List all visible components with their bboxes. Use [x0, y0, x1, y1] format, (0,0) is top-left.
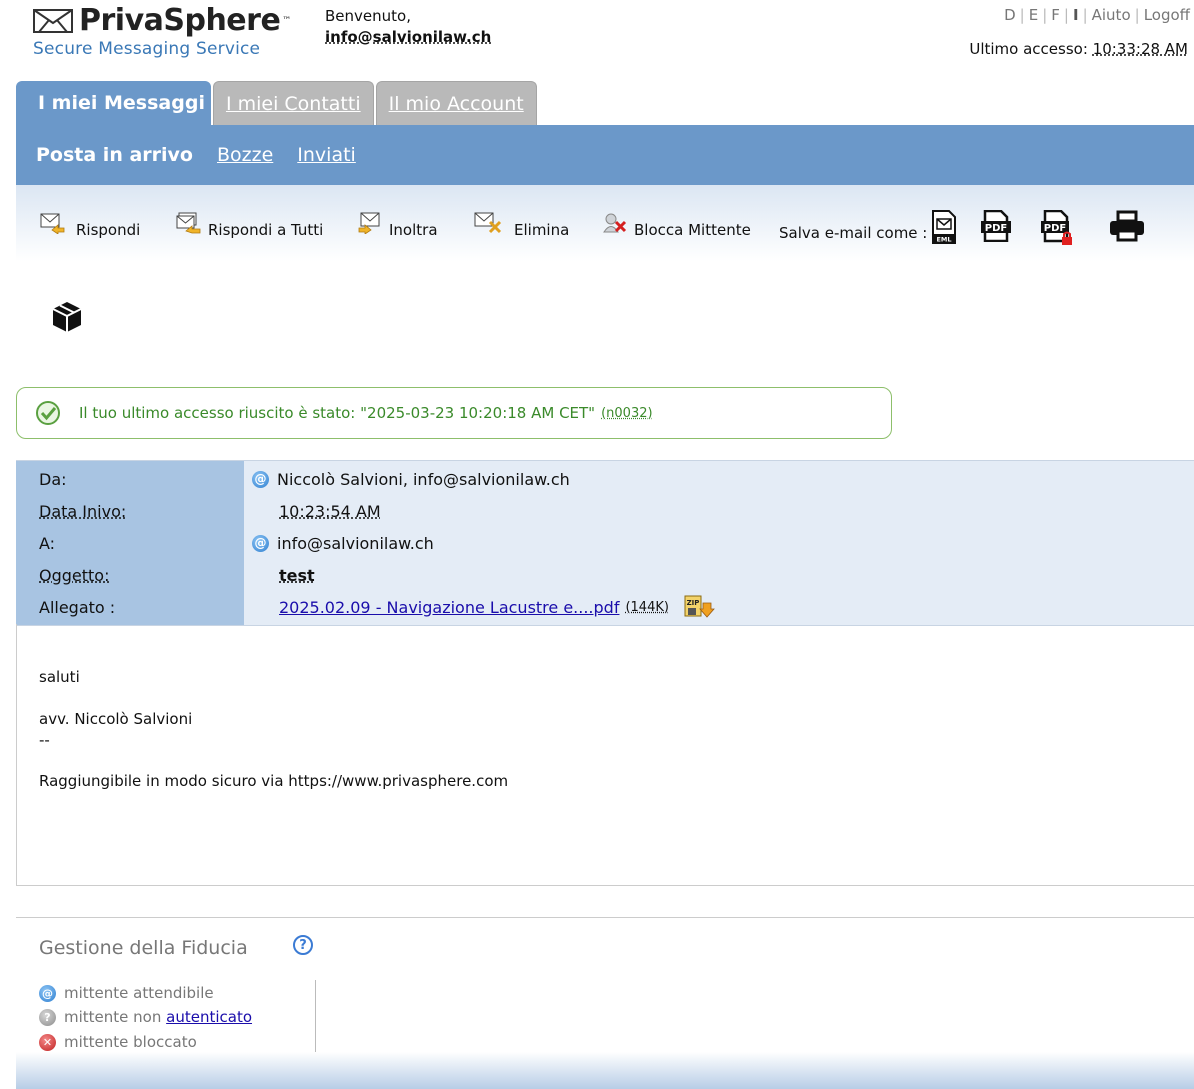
- check-circle-icon: [36, 401, 60, 425]
- block-sender-button[interactable]: Blocca Mittente: [602, 207, 751, 239]
- zip-download-icon[interactable]: ZIP: [683, 595, 715, 619]
- logo: PrivaSphere ™ Secure Messaging Service: [33, 4, 291, 59]
- top-links: D | E | F | I | Aiuto | Logoff: [1004, 6, 1190, 24]
- subnav-drafts-link[interactable]: Bozze: [217, 144, 273, 166]
- body-line-3: --: [39, 731, 50, 749]
- logo-name: PrivaSphere ™: [79, 3, 291, 38]
- legend-trusted: @ mittente attendibile: [39, 984, 214, 1002]
- message-body: [16, 624, 1194, 886]
- trusted-recipient-icon: @: [252, 534, 269, 552]
- to-row: A: @ info@salvionilaw.ch: [16, 527, 1194, 559]
- status-code: (n0032): [601, 405, 653, 421]
- date-value: 10:23:54 AM: [279, 501, 381, 521]
- reply-all-icon: [176, 212, 201, 234]
- trusted-sender-icon: @: [39, 984, 56, 1002]
- lang-fr-link[interactable]: F: [1051, 6, 1060, 24]
- svg-text:PDF: PDF: [985, 223, 1007, 234]
- to-value: info@salvionilaw.ch: [277, 533, 434, 553]
- logoff-link[interactable]: Logoff: [1144, 6, 1190, 24]
- subnav-inbox: Posta in arrivo: [36, 144, 193, 166]
- svg-text:EML: EML: [936, 236, 951, 244]
- from-label: Da:: [39, 469, 67, 489]
- last-access-time: 10:33:28 AM: [1092, 40, 1188, 58]
- attachment-label: Allegato :: [39, 597, 116, 617]
- subject-value: test: [279, 565, 315, 585]
- block-sender-icon: [603, 213, 627, 233]
- logo-tagline: Secure Messaging Service: [33, 39, 261, 59]
- subnav-sent-link[interactable]: Inviati: [297, 144, 356, 166]
- reply-button[interactable]: Rispondi: [40, 207, 140, 239]
- body-line-2: avv. Niccolò Salvioni: [39, 710, 193, 728]
- date-row: Data Inivo: 10:23:54 AM: [16, 495, 1194, 527]
- delete-button[interactable]: Elimina: [474, 207, 569, 239]
- svg-text:ZIP: ZIP: [687, 599, 700, 607]
- body-line-1: saluti: [39, 668, 80, 686]
- to-label: A:: [39, 533, 56, 553]
- attachment-link[interactable]: 2025.02.09 - Navigazione Lacustre e....p…: [279, 598, 619, 617]
- forward-button[interactable]: Inoltra: [357, 207, 438, 239]
- date-label: Data Inivo:: [39, 501, 127, 521]
- welcome-block: Benvenuto, info@salvionilaw.ch: [325, 6, 491, 48]
- save-eml-icon[interactable]: EML: [931, 210, 957, 244]
- tab-my-contacts[interactable]: I miei Contatti: [212, 81, 374, 125]
- envelope-logo-icon: [33, 9, 73, 33]
- package-icon[interactable]: [50, 300, 84, 334]
- lang-it-current: I: [1072, 6, 1079, 24]
- attachment-size: (144K): [625, 599, 669, 615]
- tab-my-account[interactable]: Il mio Account: [375, 81, 537, 125]
- authenticated-link[interactable]: autenticato: [166, 1008, 252, 1026]
- help-link[interactable]: Aiuto: [1092, 6, 1131, 24]
- subnav-bar: Posta in arrivo Bozze Inviati: [16, 125, 1194, 185]
- print-icon[interactable]: [1108, 210, 1146, 242]
- delete-icon: [474, 212, 502, 234]
- message-header: Da: @ Niccolò Salvioni, info@salvionilaw.…: [16, 460, 1194, 626]
- lang-en-link[interactable]: E: [1029, 6, 1038, 24]
- trust-title: Gestione della Fiducia: [39, 937, 248, 959]
- welcome-text: Benvenuto,: [325, 7, 411, 25]
- help-icon[interactable]: ?: [293, 935, 313, 955]
- body-line-4: Raggiungibile in modo sicuro via https:/…: [39, 772, 509, 790]
- save-as-label: Salva e-mail come :: [779, 224, 928, 242]
- reply-all-button[interactable]: Rispondi a Tutti: [176, 207, 323, 239]
- status-text: Il tuo ultimo accesso riuscito è stato: …: [79, 404, 596, 422]
- last-access: Ultimo accesso: 10:33:28 AM: [969, 40, 1188, 58]
- last-login-status: Il tuo ultimo accesso riuscito è stato: …: [16, 387, 892, 439]
- unauthenticated-sender-icon: ?: [39, 1008, 56, 1026]
- tab-my-messages[interactable]: I miei Messaggi: [16, 81, 211, 125]
- section-divider: [16, 917, 1194, 918]
- svg-text:PDF: PDF: [1044, 223, 1066, 234]
- legend-unauthenticated: ? mittente non autenticato: [39, 1008, 252, 1026]
- save-pdf-icon[interactable]: PDF: [980, 210, 1012, 242]
- footer-bar: [16, 1052, 1194, 1089]
- blocked-sender-icon: ✕: [39, 1033, 56, 1051]
- trusted-sender-icon: @: [252, 470, 269, 488]
- forward-icon: [358, 212, 380, 234]
- subject-label: Oggetto:: [39, 565, 110, 585]
- lang-de-link[interactable]: D: [1004, 6, 1016, 24]
- from-value: Niccolò Salvioni, info@salvionilaw.ch: [277, 469, 570, 489]
- reply-icon: [40, 213, 65, 234]
- main-tabs: I miei Messaggi I miei Contatti Il mio A…: [16, 81, 537, 125]
- subject-row: Oggetto: test: [16, 559, 1194, 591]
- legend-divider: [315, 980, 316, 1052]
- user-email: info@salvionilaw.ch: [325, 28, 492, 46]
- legend-blocked: ✕ mittente bloccato: [39, 1033, 197, 1051]
- last-access-label: Ultimo accesso:: [969, 40, 1088, 58]
- from-row: Da: @ Niccolò Salvioni, info@salvionilaw.…: [16, 463, 1194, 495]
- attachment-row: Allegato : 2025.02.09 - Navigazione Lacu…: [16, 591, 1194, 623]
- save-secure-pdf-icon[interactable]: PDF: [1040, 210, 1074, 246]
